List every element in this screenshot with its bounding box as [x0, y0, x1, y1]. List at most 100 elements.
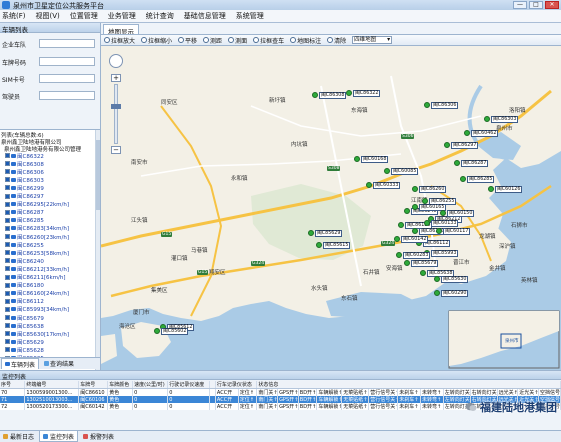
vehicle-checkbox[interactable]	[5, 169, 10, 175]
vehicle-checkbox[interactable]	[5, 217, 10, 223]
vehicle-checkbox[interactable]	[5, 266, 10, 272]
vehicle-tree-item[interactable]: 闽C86322	[5, 152, 44, 160]
tab-query-results[interactable]: 查询结果	[41, 358, 77, 369]
vehicle-checkbox[interactable]	[5, 185, 10, 191]
sim-input[interactable]	[39, 74, 95, 83]
tree-scrollbar[interactable]	[95, 130, 100, 379]
tab-alarm-list[interactable]: 报警列表	[80, 431, 117, 442]
vehicle-marker-icon[interactable]	[154, 328, 160, 334]
driver-input[interactable]	[39, 91, 95, 100]
minimize-button[interactable]: —	[513, 1, 527, 9]
vehicle-tree-item[interactable]: 闽C86211[6km/h]	[5, 274, 66, 281]
menu-location[interactable]: 位置管理	[70, 11, 98, 21]
menu-basic-info[interactable]: 基础信息管理	[184, 11, 226, 21]
plate-input[interactable]	[39, 57, 95, 66]
col-header[interactable]: 状态信息	[256, 381, 561, 389]
vehicle-marker-icon[interactable]	[384, 168, 390, 174]
fleet-input[interactable]	[39, 39, 95, 48]
zoom-slider-thumb[interactable]	[111, 104, 121, 109]
vehicle-map-tag[interactable]: 闽C85615	[323, 242, 351, 249]
vehicle-map-tag[interactable]: 闽C85679	[411, 260, 439, 267]
map-type-select[interactable]: 四维地图	[352, 36, 393, 44]
vehicle-map-tag[interactable]: 闽C86322	[353, 90, 381, 97]
clear-button[interactable]: 清除	[327, 36, 346, 45]
vehicle-map-tag[interactable]: 闽C85629	[315, 230, 343, 237]
vehicle-checkbox[interactable]	[5, 290, 10, 296]
pan-button[interactable]: 平移	[178, 36, 197, 45]
zoom-out-box-button[interactable]: 拉框缩小	[141, 36, 172, 45]
vehicle-tree-item[interactable]: 闽C85993[34km/h]	[5, 306, 69, 313]
vehicle-marker-icon[interactable]	[412, 186, 418, 192]
vehicle-marker-icon[interactable]	[312, 92, 318, 98]
vehicle-checkbox[interactable]	[5, 161, 10, 167]
vehicle-checkbox[interactable]	[5, 323, 10, 329]
col-header[interactable]: 车牌号	[78, 381, 109, 389]
vehicle-marker-icon[interactable]	[404, 260, 410, 266]
vehicle-tree-item[interactable]: 闽C86299	[5, 184, 44, 192]
vehicle-map-tag[interactable]: 闽C85602	[161, 328, 189, 335]
vehicle-marker-icon[interactable]	[366, 182, 372, 188]
vehicle-map-tag[interactable]: 闽C60290	[441, 290, 469, 297]
vehicle-map-tag[interactable]: 闽C60283	[403, 252, 431, 259]
vehicle-checkbox[interactable]	[5, 282, 10, 288]
vehicle-marker-icon[interactable]	[444, 142, 450, 148]
zoom-slider[interactable]	[114, 84, 118, 144]
vehicle-marker-icon[interactable]	[464, 130, 470, 136]
vehicle-tree-item[interactable]: 闽C86283[34km/h]	[5, 225, 69, 232]
menu-view[interactable]: 视图(V)	[36, 11, 60, 21]
vehicle-tree-item[interactable]: 闽C86306	[5, 168, 44, 176]
vehicle-marker-icon[interactable]	[424, 220, 430, 226]
vehicle-tree-item[interactable]: 闽C86180	[5, 282, 44, 289]
zoom-in-box-button[interactable]: 拉框放大	[104, 36, 135, 45]
vehicle-marker-icon[interactable]	[412, 228, 418, 234]
zoom-in-control[interactable]: +	[111, 74, 121, 82]
vehicle-tree-item[interactable]: 闽C86308	[5, 160, 44, 168]
vehicle-checkbox[interactable]	[5, 347, 10, 353]
vehicle-checkbox[interactable]	[5, 234, 10, 239]
vehicle-marker-icon[interactable]	[488, 186, 494, 192]
vehicle-map-tag[interactable]: 闽C60168	[361, 156, 389, 163]
maximize-button[interactable]: □	[529, 1, 543, 9]
vehicle-map-tag[interactable]: 闽C86308	[319, 92, 347, 99]
vehicle-map-tag[interactable]: 闽C86285	[467, 176, 495, 183]
vehicle-checkbox[interactable]	[5, 225, 10, 231]
vehicle-checkbox[interactable]	[5, 201, 10, 207]
vehicle-tree-item[interactable]: 闽C85638	[5, 322, 44, 330]
vehicle-checkbox[interactable]	[5, 242, 10, 248]
col-header[interactable]: 序号	[0, 381, 26, 389]
vehicle-map-tag[interactable]: 闽C60333	[373, 182, 401, 189]
vehicle-tree-item[interactable]: 闽C85628	[5, 346, 44, 354]
tab-latest-log[interactable]: 最新日志	[0, 431, 37, 442]
vehicle-tree-item[interactable]: 闽C86295[22km/h]	[5, 201, 69, 208]
vehicle-checkbox[interactable]	[5, 274, 10, 280]
col-header[interactable]: 终端编号	[24, 381, 80, 389]
table-row[interactable]: 70 1300599001300... 闽C86610 黄色 0 0 ACC开 定位↑ 南门关↑…	[0, 388, 561, 396]
vehicle-marker-icon[interactable]	[440, 210, 446, 216]
col-header[interactable]: 行驶记录仪速度	[167, 381, 210, 389]
vehicle-map-tag[interactable]: 闽C60462	[471, 130, 499, 137]
tab-map-display[interactable]: 地图显示	[103, 24, 139, 36]
vehicle-checkbox[interactable]	[5, 306, 10, 312]
vehicle-tree-item[interactable]: 闽C85629	[5, 338, 44, 346]
menu-system[interactable]: 系统(F)	[2, 11, 26, 21]
vehicle-tree-item[interactable]: 闽C86287	[5, 209, 44, 216]
vehicle-tree-item[interactable]: 闽C86255	[5, 241, 44, 249]
vehicle-marker-icon[interactable]	[404, 208, 410, 214]
vehicle-map-tag[interactable]: 闽C60085	[391, 168, 419, 175]
menu-system-admin[interactable]: 系统管理	[236, 11, 264, 21]
col-header[interactable]: 车牌颜色	[107, 381, 134, 389]
vehicle-tree-item[interactable]: 闽C86303	[5, 176, 44, 184]
vehicle-map-tag[interactable]: 闽C60133	[431, 220, 459, 227]
vehicle-marker-icon[interactable]	[316, 242, 322, 248]
vehicle-checkbox[interactable]	[5, 209, 10, 215]
box-find-vehicle-button[interactable]: 拉框查车	[253, 36, 284, 45]
vehicle-map-tag[interactable]: 闽C86287	[461, 160, 489, 167]
menu-business[interactable]: 业务管理	[108, 11, 136, 21]
col-header[interactable]: 行车记录仪状态	[215, 381, 258, 389]
vehicle-tree-item[interactable]: 闽C86212[33km/h]	[5, 265, 69, 273]
vehicle-marker-icon[interactable]	[308, 230, 314, 236]
vehicle-map-tag[interactable]: 闽C60142	[401, 236, 429, 243]
vehicle-marker-icon[interactable]	[396, 252, 402, 258]
vehicle-tree-item[interactable]: 闽C86240	[5, 257, 44, 265]
vehicle-checkbox[interactable]	[5, 177, 10, 183]
